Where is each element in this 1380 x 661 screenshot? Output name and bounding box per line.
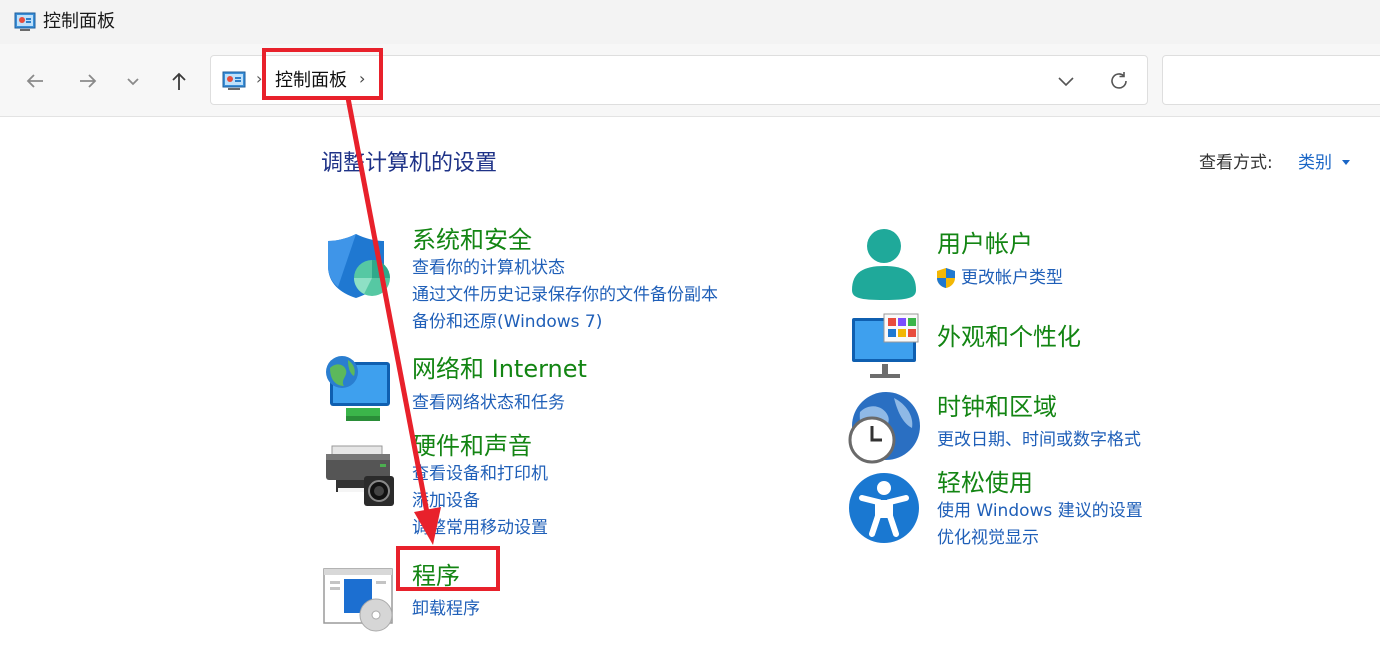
link-change-account-type[interactable]: 更改帐户类型 (961, 267, 1063, 289)
link-uninstall-program[interactable]: 卸载程序 (412, 598, 480, 620)
monitor-personalize-icon[interactable] (848, 312, 920, 384)
category-network-internet[interactable]: 网络和 Internet (412, 354, 587, 384)
arrow-right-icon (80, 74, 97, 88)
category-ease-of-access[interactable]: 轻松使用 (937, 468, 1033, 498)
control-panel-icon (14, 12, 36, 31)
forward-button[interactable] (73, 66, 103, 96)
link-change-date-time-format[interactable]: 更改日期、时间或数字格式 (937, 429, 1141, 451)
clock-globe-icon[interactable] (848, 392, 920, 464)
link-add-device[interactable]: 添加设备 (412, 490, 480, 512)
arrow-left-icon (26, 74, 43, 88)
link-file-history-backup[interactable]: 通过文件历史记录保存你的文件备份副本 (412, 284, 718, 306)
user-account-icon[interactable] (848, 228, 920, 300)
link-devices-printers[interactable]: 查看设备和打印机 (412, 463, 548, 485)
category-user-accounts[interactable]: 用户帐户 (937, 229, 1033, 259)
programs-disc-icon[interactable] (322, 565, 394, 637)
recent-locations-button[interactable] (118, 66, 148, 96)
title-bar: 控制面板 (0, 0, 1380, 44)
arrow-up-icon (172, 72, 186, 90)
view-by-dropdown[interactable]: 类别 (1298, 151, 1332, 175)
printer-icon[interactable] (324, 440, 396, 512)
link-recommended-settings[interactable]: 使用 Windows 建议的设置 (937, 500, 1143, 522)
page-title: 调整计算机的设置 (321, 151, 498, 176)
link-mobility-settings[interactable]: 调整常用移动设置 (412, 517, 548, 539)
search-input[interactable] (1162, 55, 1380, 105)
accessibility-icon[interactable] (848, 472, 920, 544)
category-clock-region[interactable]: 时钟和区域 (937, 392, 1057, 422)
refresh-icon[interactable] (1107, 69, 1131, 93)
link-optimize-visual-display[interactable]: 优化视觉显示 (937, 527, 1039, 549)
view-by-label: 查看方式: (1199, 153, 1273, 173)
link-network-status-tasks[interactable]: 查看网络状态和任务 (412, 392, 565, 414)
category-hardware-sound[interactable]: 硬件和声音 (412, 431, 532, 461)
back-button[interactable] (20, 66, 50, 96)
window-title: 控制面板 (43, 11, 115, 32)
link-view-computer-status[interactable]: 查看你的计算机状态 (412, 257, 565, 279)
link-backup-restore[interactable]: 备份和还原(Windows 7) (412, 311, 602, 333)
uac-shield-icon (937, 268, 955, 288)
chevron-down-icon[interactable] (1055, 70, 1077, 92)
control-panel-icon (222, 71, 246, 90)
chevron-down-icon (127, 78, 139, 86)
category-appearance-personalization[interactable]: 外观和个性化 (937, 322, 1081, 352)
up-button[interactable] (164, 66, 194, 96)
caret-down-icon[interactable] (1342, 160, 1350, 165)
network-globe-icon[interactable] (322, 352, 394, 424)
annotation-box-programs (396, 546, 500, 591)
shield-icon[interactable] (324, 230, 396, 302)
navigation-toolbar: › 控制面板 › (0, 44, 1380, 117)
category-system-security[interactable]: 系统和安全 (412, 225, 532, 255)
annotation-box-breadcrumb (262, 48, 383, 100)
